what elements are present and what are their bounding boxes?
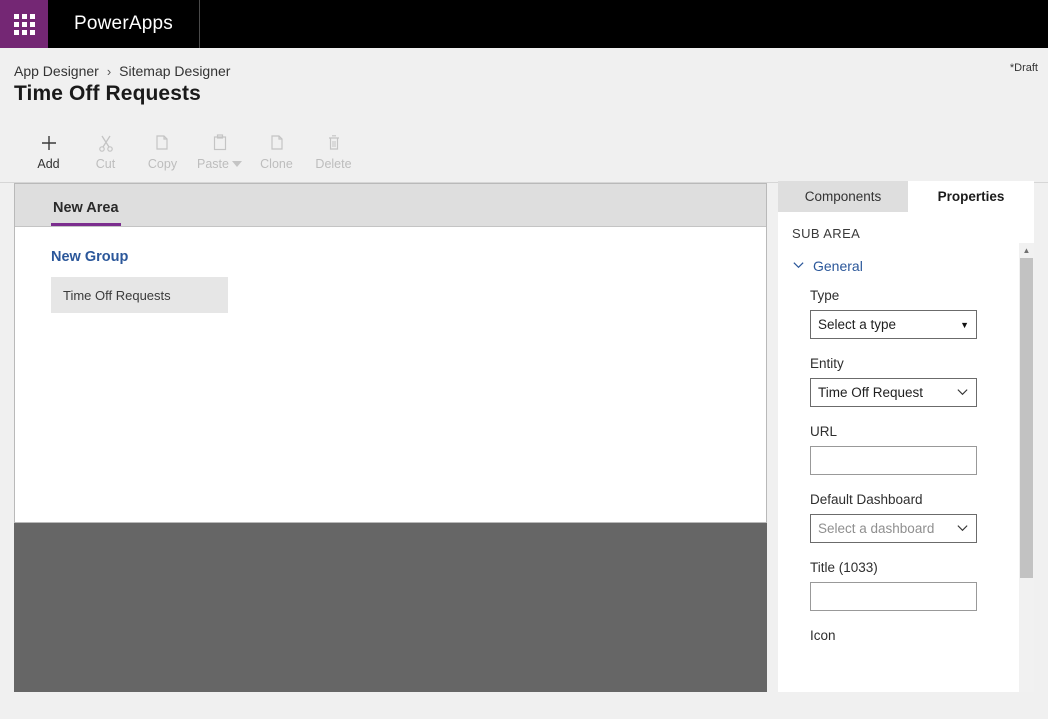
subarea-time-off-requests[interactable]: Time Off Requests	[51, 277, 228, 313]
field-title-1033-label: Title (1033)	[810, 560, 878, 575]
ribbon-clone-label: Clone	[260, 157, 293, 171]
ribbon-cut-label: Cut	[95, 157, 116, 171]
url-input[interactable]	[810, 446, 977, 475]
properties-panel: Components Properties SUB AREA General T…	[778, 181, 1034, 692]
entity-combobox[interactable]: Time Off Request	[810, 378, 977, 407]
scrollbar-thumb[interactable]	[1020, 258, 1033, 578]
ribbon-paste-button[interactable]: Paste	[191, 126, 248, 178]
command-ribbon: Add Cut Copy Paste Clone Delete	[0, 126, 1048, 183]
brand-name[interactable]: PowerApps	[48, 0, 200, 48]
draft-status-label: *Draft	[1009, 62, 1038, 74]
default-dashboard-combobox[interactable]: Select a dashboard	[810, 514, 977, 543]
scissors-icon	[96, 132, 116, 154]
breadcrumb-separator-icon: ›	[106, 63, 112, 79]
group-container: New Group Time Off Requests	[15, 227, 766, 313]
chevron-down-icon	[956, 385, 969, 401]
field-entity-label: Entity	[810, 356, 844, 371]
general-section-label: General	[813, 258, 863, 274]
trash-icon	[324, 132, 344, 154]
chevron-down-icon	[956, 521, 969, 537]
breadcrumb-item-app-designer[interactable]: App Designer	[14, 63, 99, 79]
group-title-new-group[interactable]: New Group	[51, 249, 766, 265]
breadcrumb-item-sitemap-designer[interactable]: Sitemap Designer	[119, 63, 230, 79]
general-section-toggle[interactable]: General	[778, 258, 1034, 274]
panel-section-header: SUB AREA	[792, 226, 861, 241]
canvas-dim-overlay	[14, 523, 767, 692]
copy-pages-icon	[153, 132, 173, 154]
area-tab-strip: New Area	[15, 184, 766, 227]
field-entity: Entity Time Off Request	[778, 356, 1034, 407]
ribbon-paste-text: Paste	[197, 157, 229, 171]
field-url-label: URL	[810, 424, 838, 439]
app-root: PowerApps App Designer › Sitemap Designe…	[0, 0, 1048, 719]
waffle-grid-icon	[13, 13, 35, 35]
panel-body: SUB AREA General Type Select a type ▼ En…	[778, 212, 1034, 692]
page-title: Time Off Requests	[14, 82, 201, 105]
field-icon: Icon	[778, 628, 1034, 643]
top-navigation-bar: PowerApps	[0, 0, 1048, 48]
field-default-dashboard: Default Dashboard Select a dashboard	[778, 492, 1034, 543]
plus-icon	[39, 132, 59, 154]
default-dashboard-placeholder: Select a dashboard	[818, 521, 935, 536]
caret-down-solid-icon: ▼	[960, 319, 969, 330]
clipboard-icon	[210, 132, 230, 154]
breadcrumb: App Designer › Sitemap Designer	[14, 63, 230, 79]
tab-properties[interactable]: Properties	[908, 181, 1034, 212]
ribbon-copy-button[interactable]: Copy	[134, 126, 191, 178]
entity-combobox-value: Time Off Request	[818, 385, 924, 400]
ribbon-paste-label: Paste	[197, 157, 242, 171]
ribbon-add-button[interactable]: Add	[20, 126, 77, 178]
chevron-down-icon[interactable]	[231, 157, 242, 171]
field-url: URL	[778, 424, 1034, 475]
area-tab-new-area[interactable]: New Area	[51, 200, 121, 226]
ribbon-add-label: Add	[37, 157, 60, 171]
panel-tabs: Components Properties	[778, 181, 1034, 212]
scroll-up-arrow-icon[interactable]: ▲	[1019, 243, 1034, 258]
ribbon-delete-label: Delete	[315, 157, 352, 171]
type-select[interactable]: Select a type ▼	[810, 310, 977, 339]
type-select-value: Select a type	[818, 317, 897, 332]
field-icon-label: Icon	[810, 628, 836, 643]
ribbon-cut-button[interactable]: Cut	[77, 126, 134, 178]
clone-page-icon	[267, 132, 287, 154]
tab-components[interactable]: Components	[778, 181, 908, 212]
field-type: Type Select a type ▼	[778, 288, 1034, 339]
ribbon-copy-label: Copy	[147, 157, 178, 171]
chevron-down-icon	[792, 258, 805, 274]
field-title-1033: Title (1033)	[778, 560, 1034, 611]
field-default-dashboard-label: Default Dashboard	[810, 492, 923, 507]
page-header: App Designer › Sitemap Designer Time Off…	[0, 48, 1048, 159]
properties-scrollbar[interactable]: ▲ ▼	[1019, 243, 1034, 692]
ribbon-delete-button[interactable]: Delete	[305, 126, 362, 178]
sitemap-canvas: New Area New Group Time Off Requests	[14, 183, 767, 523]
field-type-label: Type	[810, 288, 840, 303]
ribbon-clone-button[interactable]: Clone	[248, 126, 305, 178]
title-1033-input[interactable]	[810, 582, 977, 611]
app-launcher-button[interactable]	[0, 0, 48, 48]
